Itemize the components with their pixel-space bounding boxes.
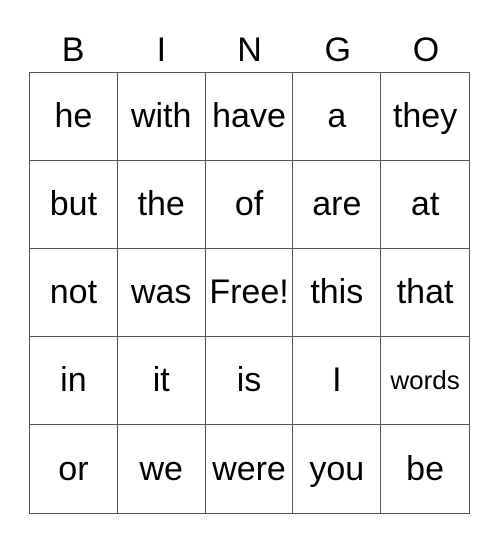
bingo-card: he with have a they but the of are at no… xyxy=(29,72,470,514)
bingo-cell[interactable]: a xyxy=(293,73,382,161)
header-letter-n: N xyxy=(237,31,262,69)
bingo-cell[interactable]: was xyxy=(117,249,206,337)
bingo-cell[interactable]: they xyxy=(381,73,469,161)
bingo-cell[interactable]: of xyxy=(205,161,294,249)
bingo-cell[interactable]: that xyxy=(381,249,469,337)
header-letter-b: B xyxy=(61,31,85,69)
bingo-cell[interactable]: with xyxy=(117,73,206,161)
header-letter-g: G xyxy=(324,31,351,69)
bingo-cell[interactable]: not xyxy=(30,249,118,337)
bingo-cell[interactable]: are xyxy=(293,161,382,249)
bingo-cell[interactable]: be xyxy=(381,425,469,513)
bingo-cell[interactable]: I xyxy=(293,337,382,425)
bingo-header: B I N G O xyxy=(29,28,470,72)
bingo-cell[interactable]: or xyxy=(30,425,118,513)
bingo-cell[interactable]: we xyxy=(118,425,206,513)
bingo-cell[interactable]: he xyxy=(30,73,118,161)
bingo-cell[interactable]: you xyxy=(293,425,382,513)
bingo-cell[interactable]: in xyxy=(30,337,118,425)
free-space-cell[interactable]: Free! xyxy=(205,249,294,337)
bingo-cell[interactable]: were xyxy=(206,425,294,513)
bingo-cell[interactable]: this xyxy=(293,249,382,337)
bingo-cell[interactable]: but xyxy=(30,161,118,249)
bingo-cell[interactable]: at xyxy=(381,161,469,249)
header-letter-i: I xyxy=(156,31,167,69)
bingo-cell[interactable]: it xyxy=(117,337,206,425)
bingo-cell[interactable]: is xyxy=(205,337,294,425)
bingo-cell[interactable]: have xyxy=(205,73,294,161)
bingo-cell[interactable]: the xyxy=(117,161,206,249)
bingo-cell[interactable]: words xyxy=(381,337,469,425)
header-letter-o: O xyxy=(412,31,440,69)
